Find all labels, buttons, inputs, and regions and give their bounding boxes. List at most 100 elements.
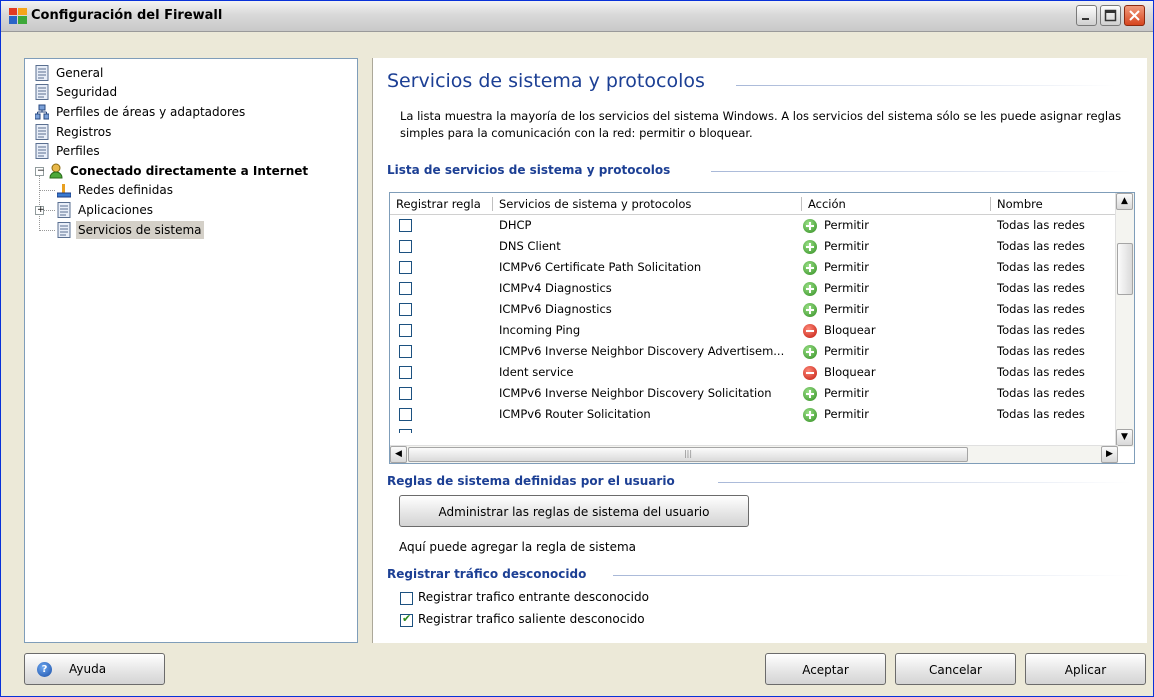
column-header-log-rule[interactable]: Registrar regla xyxy=(390,193,493,215)
network-name: Todas las redes xyxy=(997,407,1085,421)
table-row[interactable]: ICMPv6 Diagnostics Permitir Todas las rede… xyxy=(390,299,1112,320)
network-name: Todas las redes xyxy=(997,218,1085,232)
allow-icon xyxy=(803,282,817,296)
log-rule-checkbox[interactable] xyxy=(399,345,412,358)
expand-toggle[interactable]: + xyxy=(35,206,45,215)
network-name: Todas las redes xyxy=(997,344,1085,358)
action-cell[interactable]: Permitir xyxy=(803,299,989,320)
document-icon xyxy=(35,84,49,100)
network-name: Todas las redes xyxy=(997,281,1085,295)
network-name: Todas las redes xyxy=(997,302,1085,316)
column-header-name[interactable]: Nombre xyxy=(991,193,1117,215)
log-rule-checkbox[interactable] xyxy=(399,261,412,274)
help-button[interactable]: ? Ayuda xyxy=(24,653,165,685)
table-row[interactable]: DHCP Permitir Todas las redes xyxy=(390,215,1112,236)
user-icon xyxy=(49,163,63,179)
action-cell[interactable]: Permitir xyxy=(803,404,989,425)
column-header-action[interactable]: Acción xyxy=(802,193,991,215)
allow-icon xyxy=(803,261,817,275)
log-rule-checkbox[interactable] xyxy=(399,303,412,316)
log-rule-checkbox[interactable] xyxy=(399,408,412,421)
action-cell[interactable]: Permitir xyxy=(803,383,989,404)
log-rule-checkbox[interactable] xyxy=(399,282,412,295)
service-name: ICMPv6 Inverse Neighbor Discovery Solici… xyxy=(499,386,772,400)
column-header-service[interactable]: Servicios de sistema y protocolos xyxy=(493,193,802,215)
maximize-icon xyxy=(1104,9,1117,22)
allow-icon xyxy=(803,408,817,422)
service-name: DHCP xyxy=(499,218,532,232)
action-cell[interactable]: Permitir xyxy=(803,236,989,257)
action-label: Permitir xyxy=(824,239,869,253)
service-name: ICMPv6 Diagnostics xyxy=(499,302,612,316)
page-title: Servicios de sistema y protocolos xyxy=(387,70,705,92)
document-icon xyxy=(35,124,49,140)
close-button[interactable] xyxy=(1124,5,1145,26)
log-incoming-label[interactable]: Registrar trafico entrante desconocido xyxy=(418,590,649,604)
service-name: DNS Client xyxy=(499,239,561,253)
allow-icon xyxy=(803,240,817,254)
log-rule-checkbox[interactable] xyxy=(399,240,412,253)
table-row-partial xyxy=(390,425,1112,433)
log-rule-checkbox[interactable] xyxy=(399,366,412,379)
table-row[interactable]: Ident service Bloquear Todas las redes xyxy=(390,362,1112,383)
network-icon xyxy=(35,104,49,120)
scroll-up-button[interactable]: ▲ xyxy=(1116,193,1133,210)
scroll-left-button[interactable]: ◀ xyxy=(390,446,407,463)
log-outgoing-checkbox[interactable] xyxy=(400,612,413,627)
table-row[interactable]: ICMPv6 Inverse Neighbor Discovery Advert… xyxy=(390,341,1112,362)
service-name: ICMPv4 Diagnostics xyxy=(499,281,612,295)
network-icon xyxy=(57,184,71,198)
scroll-down-button[interactable]: ▼ xyxy=(1116,429,1133,446)
service-name: Incoming Ping xyxy=(499,323,581,337)
action-label: Permitir xyxy=(824,218,869,232)
log-rule-checkbox[interactable] xyxy=(399,219,412,232)
table-row[interactable]: ICMPv6 Router Solicitation Permitir Todas … xyxy=(390,404,1112,425)
allow-icon xyxy=(803,219,817,233)
table-row[interactable]: DNS Client Permitir Todas las redes xyxy=(390,236,1112,257)
service-name: ICMPv6 Certificate Path Solicitation xyxy=(499,260,702,274)
window-title: Configuración del Firewall xyxy=(31,8,223,23)
network-name: Todas las redes xyxy=(997,386,1085,400)
maximize-button[interactable] xyxy=(1100,5,1121,26)
action-cell[interactable]: Permitir xyxy=(803,278,989,299)
table-row[interactable]: ICMPv6 Inverse Neighbor Discovery Solici… xyxy=(390,383,1112,404)
scroll-right-button[interactable]: ▶ xyxy=(1101,446,1118,463)
vertical-scroll-thumb[interactable] xyxy=(1117,243,1133,295)
table-row[interactable]: Incoming Ping Bloquear Todas las redes xyxy=(390,320,1112,341)
action-cell[interactable]: Permitir xyxy=(803,341,989,362)
manage-rules-hint: Aquí puede agregar la regla de sistema xyxy=(399,540,636,554)
vertical-scrollbar[interactable]: ▲ ▼ xyxy=(1115,193,1134,447)
manage-user-rules-button[interactable]: Administrar las reglas de sistema del us… xyxy=(399,495,749,527)
action-cell[interactable]: Permitir xyxy=(803,215,989,236)
action-label: Permitir xyxy=(824,281,869,295)
action-cell[interactable]: Bloquear xyxy=(803,362,989,383)
action-cell[interactable]: Bloquear xyxy=(803,320,989,341)
table-row[interactable]: ICMPv4 Diagnostics Permitir Todas las rede… xyxy=(390,278,1112,299)
title-divider xyxy=(736,85,1116,86)
content-panel: Servicios de sistema y protocolos La lis… xyxy=(372,58,1147,643)
action-label: Permitir xyxy=(824,386,869,400)
horizontal-scrollbar[interactable]: ◀ ||| ▶ xyxy=(390,445,1118,463)
avg-logo-icon xyxy=(9,8,27,24)
apply-button[interactable]: Aplicar xyxy=(1025,653,1146,685)
accept-button[interactable]: Aceptar xyxy=(765,653,886,685)
allow-icon xyxy=(803,387,817,401)
log-rule-checkbox[interactable] xyxy=(399,387,412,400)
log-outgoing-label[interactable]: Registrar trafico saliente desconocido xyxy=(418,612,645,626)
help-icon: ? xyxy=(37,662,52,677)
horizontal-scroll-thumb[interactable]: ||| xyxy=(408,447,968,462)
table-row[interactable]: ICMPv6 Certificate Path Solicitation Perm… xyxy=(390,257,1112,278)
block-icon xyxy=(803,324,817,338)
minimize-button[interactable] xyxy=(1076,5,1097,26)
action-cell[interactable]: Permitir xyxy=(803,257,989,278)
log-incoming-checkbox[interactable] xyxy=(400,592,413,605)
collapse-toggle[interactable]: − xyxy=(35,167,45,176)
block-icon xyxy=(803,366,817,380)
network-name: Todas las redes xyxy=(997,239,1085,253)
network-name: Todas las redes xyxy=(997,323,1085,337)
navigation-tree: General Seguridad Perfiles de áreas y ad… xyxy=(24,58,358,643)
services-table: Registrar regla Servicios de sistema y p… xyxy=(389,192,1135,464)
close-icon xyxy=(1129,10,1140,21)
cancel-button[interactable]: Cancelar xyxy=(895,653,1016,685)
log-rule-checkbox[interactable] xyxy=(399,324,412,337)
